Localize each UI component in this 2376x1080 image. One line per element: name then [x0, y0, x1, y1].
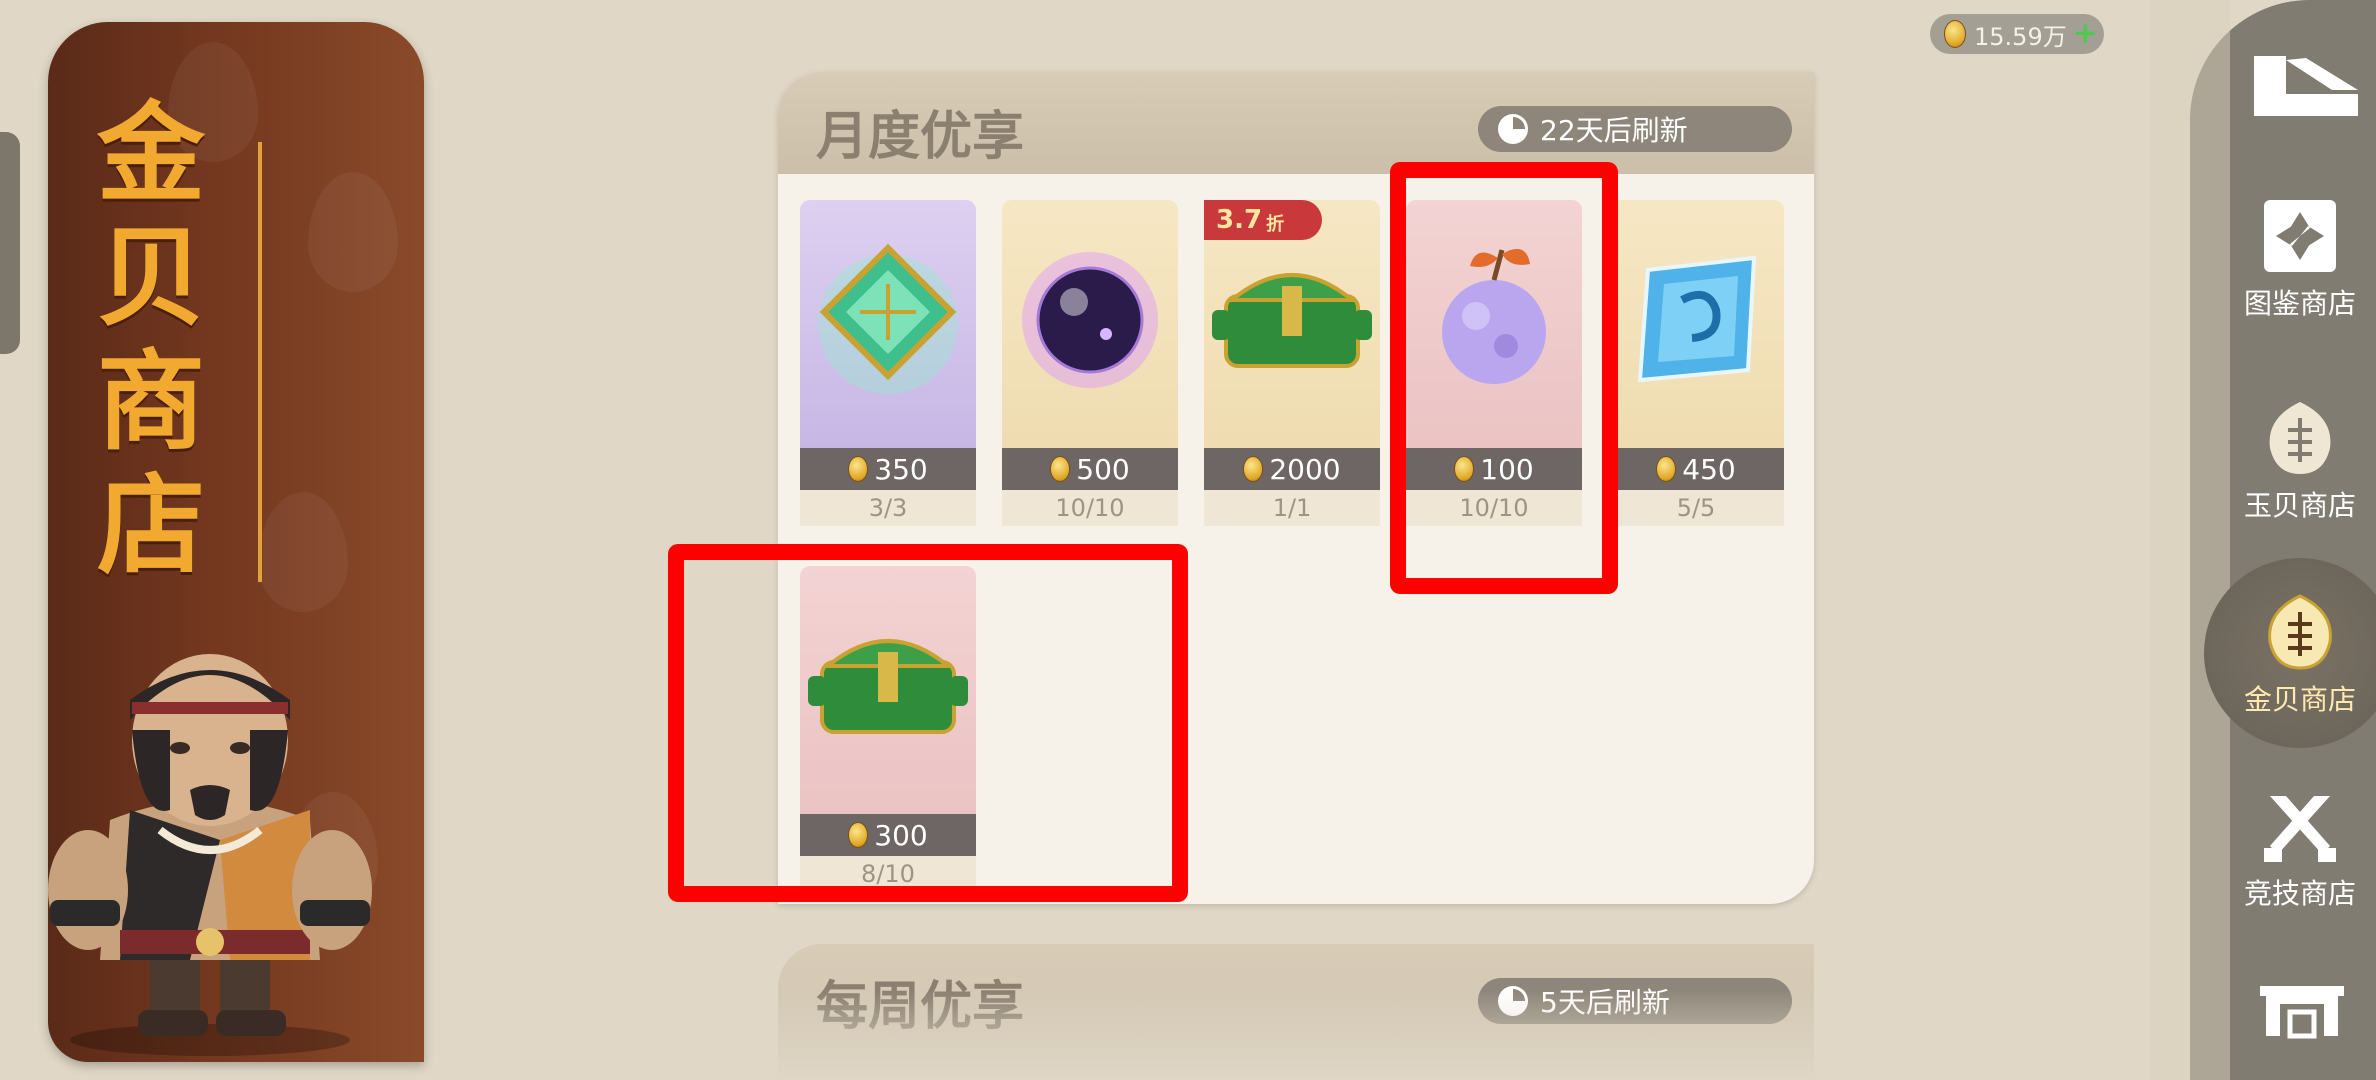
discount-unit: 折	[1266, 214, 1285, 235]
refresh-text: 22天后刷新	[1540, 114, 1688, 147]
nav-label: 图鉴商店	[2243, 287, 2356, 320]
clock-icon	[1498, 114, 1528, 144]
nav-label: 金贝商店	[2243, 683, 2356, 716]
highlight-box	[668, 544, 1188, 902]
item-stock: 10/10	[1002, 490, 1178, 526]
item-price: 350	[800, 448, 976, 490]
item-stock: 1/1	[1204, 490, 1380, 526]
title-divider	[258, 142, 262, 582]
discount-badge: 3.7 折	[1204, 200, 1322, 240]
nav-label: 竞技商店	[2243, 877, 2356, 910]
discount-value: 3.7	[1216, 205, 1263, 235]
shop-title-char: 金	[96, 91, 205, 217]
currency-display[interactable]: 15.59万 +	[1930, 14, 2104, 54]
nav-item-jade-shell-shop[interactable]: 玉贝商店	[2224, 398, 2376, 538]
gold-shell-coin-icon	[1656, 456, 1677, 482]
shop-title-char: 店	[96, 463, 205, 589]
dark-orb-icon	[1022, 252, 1158, 388]
shop-item-card[interactable]: 10 500 10/10	[1002, 200, 1178, 526]
left-edge-tab[interactable]	[0, 132, 20, 354]
nav-item-gold-shell-shop[interactable]: 金贝商店	[2204, 558, 2376, 748]
item-art	[1608, 200, 1784, 448]
nav-label: 玉贝商店	[2243, 489, 2356, 522]
shop-item-card[interactable]: 3.7折 1 2000 1/1	[1204, 200, 1380, 526]
blue-rune-stone-icon	[1637, 255, 1757, 383]
item-art	[800, 200, 976, 448]
crossed-swords-icon	[2264, 796, 2336, 862]
item-stock: 3/3	[800, 490, 976, 526]
shopkeeper-character	[48, 654, 372, 1056]
shop-title: 金 贝 商 店	[76, 92, 226, 588]
shop-title-char: 商	[96, 339, 205, 465]
monthly-title: 月度优享	[816, 106, 1025, 167]
price-value: 350	[874, 452, 928, 486]
gold-shell-coin-icon	[1243, 456, 1264, 482]
shop-item-card[interactable]: 100 450 5/5	[1608, 200, 1784, 526]
shop-title-char: 贝	[96, 215, 205, 341]
gold-shell-coin-icon	[1944, 20, 1966, 48]
gate-icon[interactable]	[2256, 980, 2348, 1040]
item-price: 500	[1002, 448, 1178, 490]
jade-shell-icon	[2269, 402, 2331, 474]
green-crystal-icon	[818, 243, 958, 394]
item-stock: 5/5	[1608, 490, 1784, 526]
gold-shell-coin-icon	[848, 456, 869, 482]
price-value: 2000	[1269, 452, 1341, 486]
price-value: 450	[1682, 452, 1736, 486]
nav-item-book-shop[interactable]: 图鉴商店	[2224, 196, 2376, 336]
back-arrow-icon[interactable]	[2246, 50, 2366, 120]
refresh-timer: 22天后刷新	[1478, 106, 1792, 152]
highlight-box	[1390, 162, 1618, 594]
item-price: 450	[1608, 448, 1784, 490]
book-shop-icon	[2264, 200, 2336, 272]
plus-icon[interactable]: +	[2073, 19, 2098, 49]
shop-item-card[interactable]: 50 350 3/3	[800, 200, 976, 526]
currency-amount: 15.59万	[1974, 22, 2067, 51]
gold-shell-icon	[2268, 594, 2332, 670]
price-value: 500	[1076, 452, 1130, 486]
item-art	[1002, 200, 1178, 448]
gold-shell-coin-icon	[1050, 456, 1071, 482]
nav-item-arena-shop[interactable]: 竞技商店	[2224, 786, 2376, 926]
item-price: 2000	[1204, 448, 1380, 490]
scroll-fade	[700, 990, 1900, 1080]
